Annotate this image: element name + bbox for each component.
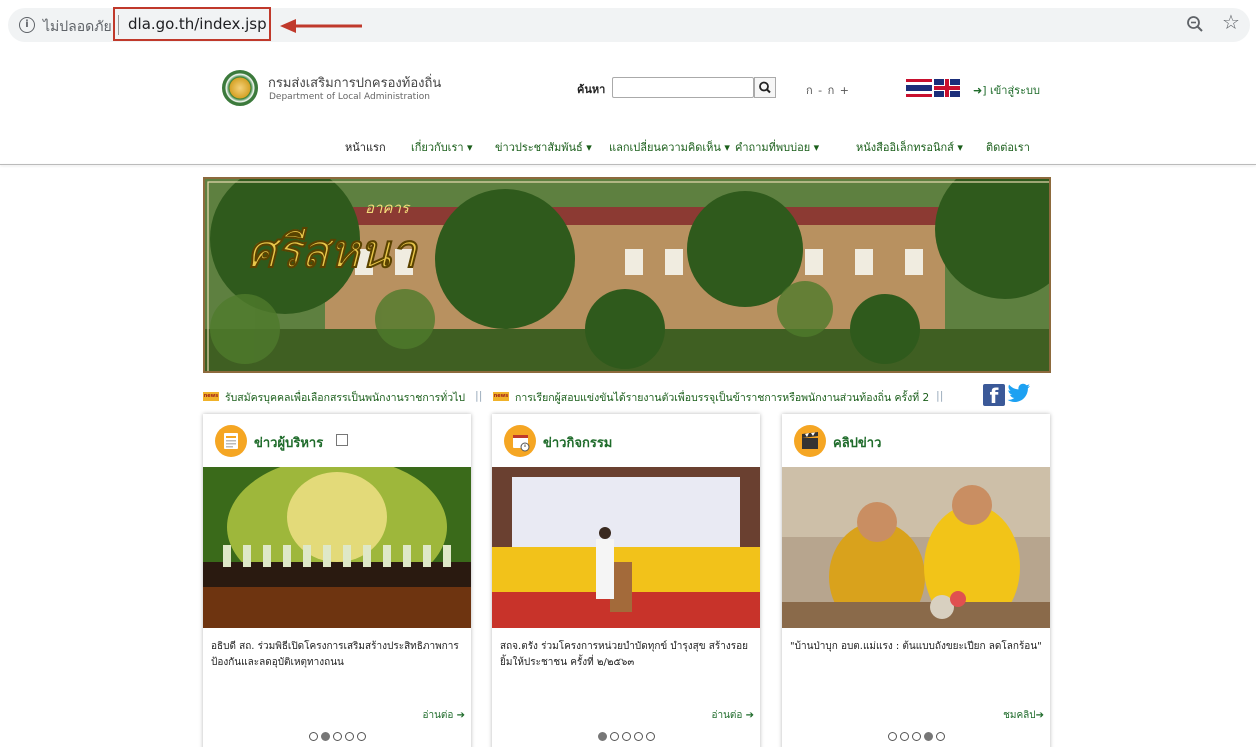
calendar-icon: [504, 425, 536, 457]
card-header[interactable]: ข่าวผู้บริหาร: [203, 414, 471, 467]
browser-address-bar: i ไม่ปลอดภัย dla.go.th/index.jsp ☆: [0, 0, 1256, 50]
arrow-right-circle-icon: ➔: [745, 710, 754, 721]
dla-logo-emblem[interactable]: [222, 70, 258, 106]
card-photo[interactable]: [492, 467, 760, 628]
ticker-item-2[interactable]: การเรียกผู้สอบแข่งขันได้รายงานตัวเพื่อบร…: [515, 389, 929, 406]
read-more-label: อ่านต่อ: [422, 710, 454, 721]
carousel-dot[interactable]: [609, 732, 619, 741]
carousel-dot-active[interactable]: [923, 732, 933, 741]
nav-faq[interactable]: คำถามที่พบบ่อย ▾: [735, 138, 819, 156]
carousel-dots: [782, 732, 1050, 741]
nav-about[interactable]: เกี่ยวกับเรา ▾: [411, 138, 473, 156]
card-title: คลิปข่าว: [833, 436, 882, 451]
thai-flag-icon[interactable]: [906, 79, 932, 97]
carousel-dot-active[interactable]: [597, 732, 607, 741]
card-photo[interactable]: [203, 467, 471, 628]
card-title: ข่าวกิจกรรม: [543, 436, 613, 451]
search-label: ค้นหา: [577, 83, 606, 96]
read-more-link[interactable]: อ่านต่อ ➔: [422, 708, 465, 723]
carousel-dot[interactable]: [633, 732, 643, 741]
search-input[interactable]: [612, 77, 754, 98]
carousel-dot[interactable]: [332, 732, 342, 741]
news-tag-icon: news: [493, 392, 509, 401]
news-tag-icon: news: [203, 392, 219, 401]
zoom-icon[interactable]: [1186, 15, 1204, 33]
card-headline[interactable]: "บ้านป่าบุก อบต.แม่แรง : ต้นแบบถังขยะเปี…: [790, 639, 1046, 655]
nav-home[interactable]: หน้าแรก: [345, 138, 386, 156]
search-icon: [759, 81, 771, 94]
card-headline[interactable]: อธิบดี สถ. ร่วมพิธีเปิดโครงการเสริมสร้าง…: [211, 639, 467, 671]
nav-pr-news[interactable]: ข่าวประชาสัมพันธ์ ▾: [495, 138, 592, 156]
arrow-right-circle-icon: ➔: [456, 710, 465, 721]
carousel-dot[interactable]: [344, 732, 354, 741]
carousel-dot[interactable]: [308, 732, 318, 741]
carousel-dot[interactable]: [935, 732, 945, 741]
carousel-dots: [203, 732, 471, 741]
carousel-dot[interactable]: [645, 732, 655, 741]
watch-clip-label: ชมคลิป: [1003, 710, 1036, 721]
hero-banner[interactable]: ศรีสหนา อาคาร: [203, 177, 1051, 373]
font-size-controls[interactable]: ก - ก +: [806, 81, 850, 99]
carousel-dots: [492, 732, 760, 741]
twitter-icon[interactable]: [1007, 383, 1031, 405]
login-label: เข้าสู่ระบบ: [990, 84, 1040, 97]
clapperboard-icon: [794, 425, 826, 457]
news-ticker[interactable]: news รับสมัครบุคคลเพื่อเลือกสรรเป็นพนักง…: [203, 386, 1051, 408]
sign-in-icon: ➜]: [973, 84, 987, 97]
nav-ebooks[interactable]: หนังสืออิเล็กทรอนิกส์ ▾: [856, 138, 963, 156]
card-title: ข่าวผู้บริหาร: [254, 436, 324, 451]
carousel-dot-active[interactable]: [320, 732, 330, 741]
ticker-item-1[interactable]: รับสมัครบุคคลเพื่อเลือกสรรเป็นพนักงานราช…: [225, 389, 465, 406]
carousel-dot[interactable]: [356, 732, 366, 741]
watch-clip-link[interactable]: ชมคลิป➔: [1003, 708, 1044, 723]
card-header[interactable]: คลิปข่าว: [782, 414, 1050, 467]
card-headline[interactable]: สถจ.ตรัง ร่วมโครงการหน่วยบำบัดทุกข์ บำรุ…: [500, 639, 756, 671]
bookmark-star-icon[interactable]: ☆: [1222, 11, 1240, 33]
red-arrow-icon: [280, 19, 362, 33]
nav-contact[interactable]: ติดต่อเรา: [986, 138, 1030, 156]
newspaper-icon: [215, 425, 247, 457]
nav-divider: [0, 164, 1256, 165]
security-status[interactable]: ไม่ปลอดภัย: [43, 16, 112, 38]
uk-flag-icon[interactable]: [934, 79, 960, 97]
carousel-dot[interactable]: [887, 732, 897, 741]
facebook-icon[interactable]: f: [983, 384, 1005, 408]
svg-text:ศรีสหนา: ศรีสหนา: [247, 224, 419, 278]
url-text[interactable]: dla.go.th/index.jsp: [128, 15, 267, 33]
read-more-link[interactable]: อ่านต่อ ➔: [711, 708, 754, 723]
rss-icon[interactable]: [336, 434, 348, 446]
carousel-dot[interactable]: [911, 732, 921, 741]
info-icon[interactable]: i: [19, 17, 35, 33]
news-card-video-clips: คลิปข่าว "บ้านป่าบุก อบต.แม่แรง : ต้นแบบ…: [782, 414, 1050, 747]
carousel-dot[interactable]: [621, 732, 631, 741]
news-card-activities: ข่าวกิจกรรม สถจ.ตรัง ร่วมโครงการหน่วยบำบ…: [492, 414, 760, 747]
login-link[interactable]: ➜] เข้าสู่ระบบ: [973, 81, 1040, 99]
org-name-en[interactable]: Department of Local Administration: [269, 92, 430, 102]
read-more-label: อ่านต่อ: [711, 710, 743, 721]
search-button[interactable]: [754, 77, 776, 98]
org-name-th[interactable]: กรมส่งเสริมการปกครองท้องถิ่น: [268, 72, 441, 93]
banner-photo: ศรีสหนา อาคาร: [205, 179, 1049, 371]
main-nav: หน้าแรก เกี่ยวกับเรา ▾ ข่าวประชาสัมพันธ์…: [0, 138, 1256, 160]
card-photo[interactable]: [782, 467, 1050, 628]
ticker-separator: ||: [936, 389, 944, 402]
arrow-right-circle-icon: ➔: [1035, 710, 1044, 721]
news-card-executive: ข่าวผู้บริหาร อธิบดี สถ. ร่วมพิธีเปิดโคร…: [203, 414, 471, 747]
ticker-separator: ||: [475, 389, 483, 402]
carousel-dot[interactable]: [899, 732, 909, 741]
card-header[interactable]: ข่าวกิจกรรม: [492, 414, 760, 467]
nav-forum[interactable]: แลกเปลี่ยนความคิดเห็น ▾: [609, 138, 730, 156]
banner-logo-text: อาคาร: [365, 199, 411, 217]
